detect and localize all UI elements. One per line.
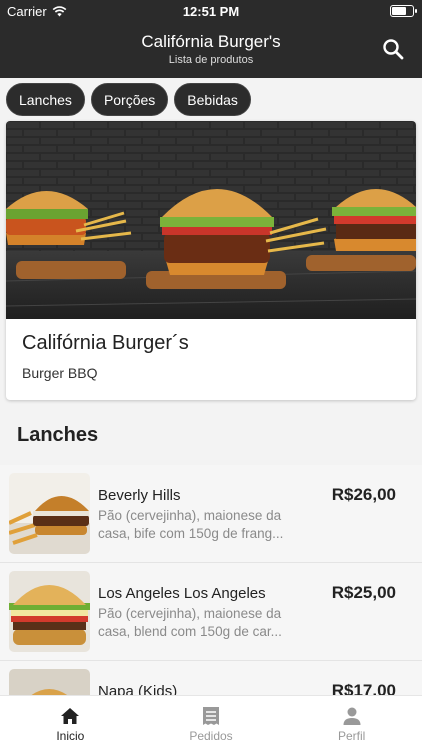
status-bar: Carrier 12:51 PM	[0, 0, 422, 22]
battery-icon	[390, 5, 417, 17]
featured-burgers-image	[6, 121, 416, 319]
product-description: Pão (cervejinha), maionese da casa, bife…	[98, 508, 284, 541]
product-price: R$26,00	[331, 485, 396, 504]
clock: 12:51 PM	[182, 4, 240, 19]
product-list[interactable]: Beverly Hills Pão (cervejinha), maionese…	[0, 465, 422, 695]
section-title: Lanches	[17, 424, 99, 446]
chip-porcoes[interactable]: Porções	[90, 83, 169, 116]
top-bar: Carrier 12:51 PM Califórnia Burger's Lis…	[0, 0, 422, 78]
list-item[interactable]: Beverly Hills Pão (cervejinha), maionese…	[0, 465, 422, 563]
product-name: Los Angeles Los Angeles	[98, 585, 266, 602]
bottom-tab-bar: Inicio Pedidos Perfil	[0, 695, 422, 750]
tab-pedidos[interactable]: Pedidos	[141, 696, 282, 750]
tab-label: Pedidos	[189, 729, 233, 743]
chip-lanches[interactable]: Lanches	[6, 83, 85, 116]
product-thumbnail	[9, 571, 90, 652]
tab-label: Perfil	[338, 729, 366, 743]
product-price: R$17,00	[331, 681, 396, 695]
page-title: Califórnia Burger's	[141, 32, 281, 51]
tab-inicio[interactable]: Inicio	[0, 696, 141, 750]
list-item[interactable]: Napa (Kids) R$17,00	[0, 661, 422, 695]
home-icon	[61, 708, 80, 724]
tab-label: Inicio	[56, 729, 85, 743]
person-icon	[343, 707, 361, 725]
product-name: Napa (Kids)	[98, 683, 178, 695]
product-price: R$25,00	[331, 583, 396, 602]
tab-perfil[interactable]: Perfil	[281, 696, 422, 750]
product-thumbnail	[9, 669, 90, 695]
product-name: Beverly Hills	[98, 487, 181, 504]
page-subtitle: Lista de produtos	[168, 54, 254, 66]
product-thumbnail	[9, 473, 90, 554]
featured-name: Califórnia Burger´s	[22, 332, 189, 354]
category-chips: Lanches Porções Bebidas	[6, 83, 251, 116]
featured-subtitle: Burger BBQ	[22, 365, 98, 381]
featured-card[interactable]: Califórnia Burger´s Burger BBQ	[6, 121, 416, 400]
search-icon[interactable]	[382, 38, 404, 60]
product-description: Pão (cervejinha), maionese da casa, blen…	[98, 606, 282, 639]
list-item[interactable]: Los Angeles Los Angeles Pão (cervejinha)…	[0, 563, 422, 661]
receipt-icon	[203, 707, 219, 725]
chip-bebidas[interactable]: Bebidas	[174, 83, 251, 116]
